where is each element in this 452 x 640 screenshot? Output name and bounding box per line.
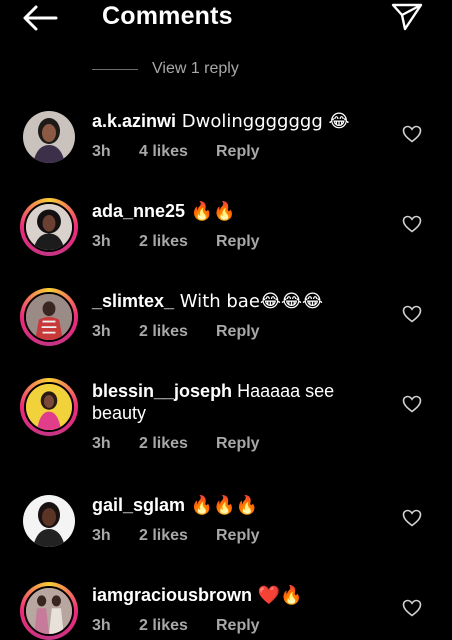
- comment-body: ❤️🔥: [252, 585, 303, 606]
- comment-meta: 3h 2 likes Reply: [92, 233, 260, 251]
- like-button[interactable]: [402, 509, 422, 527]
- comment-meta: 3h 2 likes Reply: [92, 323, 260, 341]
- comment-likes[interactable]: 2 likes: [139, 617, 216, 635]
- heart-icon: [402, 599, 422, 617]
- comment-body: 🔥🔥: [185, 201, 236, 222]
- arrow-left-icon: [23, 5, 58, 31]
- heart-icon: [402, 395, 422, 413]
- comment-likes[interactable]: 2 likes: [139, 323, 216, 341]
- comment-time: 3h: [92, 143, 111, 160]
- back-button[interactable]: [20, 2, 60, 34]
- comment-text: gail_sglam 🔥🔥🔥: [92, 494, 382, 517]
- comment-likes[interactable]: 2 likes: [139, 435, 216, 453]
- avatar[interactable]: [20, 108, 78, 166]
- page-title: Comments: [102, 2, 233, 30]
- reply-button[interactable]: Reply: [216, 323, 260, 341]
- avatar[interactable]: [20, 198, 78, 256]
- comment-username[interactable]: gail_sglam: [92, 495, 185, 515]
- avatar-image: [23, 495, 75, 547]
- reply-button[interactable]: Reply: [216, 143, 260, 161]
- heart-icon: [402, 125, 422, 143]
- avatar[interactable]: [20, 378, 78, 436]
- comment-likes[interactable]: 2 likes: [139, 527, 216, 545]
- view-replies-link[interactable]: View 1 reply: [92, 58, 239, 80]
- comment-text: ada_nne25 🔥🔥: [92, 200, 382, 223]
- avatar-image: [24, 292, 74, 342]
- comment-meta: 3h 4 likes Reply: [92, 143, 260, 161]
- heart-icon: [402, 509, 422, 527]
- avatar-image: [24, 586, 74, 636]
- reply-divider: [92, 68, 138, 70]
- comment-time: 3h: [92, 527, 111, 544]
- comment-username[interactable]: ada_nne25: [92, 201, 185, 221]
- comment-time: 3h: [92, 233, 111, 250]
- share-button[interactable]: [390, 2, 424, 32]
- comment-meta: 3h 2 likes Reply: [92, 617, 260, 635]
- comment-meta: 3h 2 likes Reply: [92, 435, 260, 453]
- comment-time: 3h: [92, 323, 111, 340]
- avatar[interactable]: [20, 288, 78, 346]
- comment-body: 🔥🔥🔥: [185, 495, 259, 516]
- paper-plane-icon: [391, 3, 423, 31]
- comment-username[interactable]: blessin__joseph: [92, 381, 232, 401]
- comment-likes[interactable]: 2 likes: [139, 233, 216, 251]
- avatar[interactable]: [20, 492, 78, 550]
- comment-text: iamgraciousbrown ❤️🔥: [92, 584, 382, 607]
- reply-button[interactable]: Reply: [216, 527, 260, 545]
- view-replies-label: View 1 reply: [152, 60, 239, 77]
- comment-username[interactable]: a.k.azinwi: [92, 111, 176, 131]
- avatar[interactable]: [20, 582, 78, 640]
- heart-icon: [402, 305, 422, 323]
- comment-text: _slimtex_ With bae😂😂😂: [92, 290, 382, 313]
- avatar-image: [24, 382, 74, 432]
- comment-body: With bae😂😂😂: [174, 291, 324, 312]
- comment-likes[interactable]: 4 likes: [139, 143, 216, 161]
- comment-text: a.k.azinwi Dwolinggggggg 😂: [92, 110, 382, 133]
- reply-button[interactable]: Reply: [216, 233, 260, 251]
- like-button[interactable]: [402, 305, 422, 323]
- avatar-image: [23, 111, 75, 163]
- like-button[interactable]: [402, 599, 422, 617]
- comment-username[interactable]: _slimtex_: [92, 291, 174, 311]
- like-button[interactable]: [402, 395, 422, 413]
- comment-time: 3h: [92, 617, 111, 634]
- comment-username[interactable]: iamgraciousbrown: [92, 585, 252, 605]
- like-button[interactable]: [402, 215, 422, 233]
- reply-button[interactable]: Reply: [216, 435, 260, 453]
- avatar-image: [24, 202, 74, 252]
- comment-time: 3h: [92, 435, 111, 452]
- header-bar: Comments: [0, 0, 452, 40]
- like-button[interactable]: [402, 125, 422, 143]
- comment-meta: 3h 2 likes Reply: [92, 527, 260, 545]
- heart-icon: [402, 215, 422, 233]
- reply-button[interactable]: Reply: [216, 617, 260, 635]
- comment-text: blessin__joseph Haaaaa see beauty: [92, 380, 382, 424]
- comment-body: Dwolinggggggg 😂: [176, 111, 350, 132]
